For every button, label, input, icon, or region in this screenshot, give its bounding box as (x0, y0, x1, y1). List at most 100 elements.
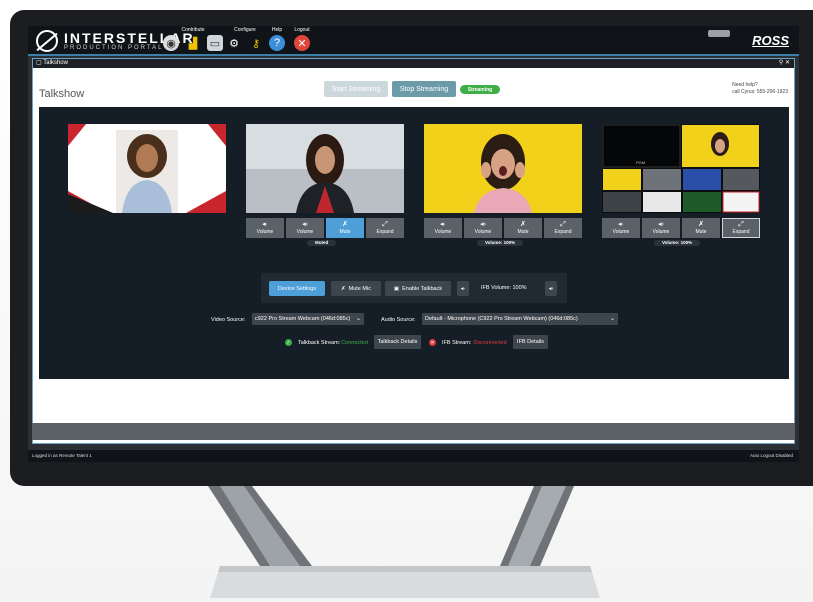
mute-label: Mute (339, 229, 351, 235)
guest-2-video-feed (424, 124, 582, 213)
device-toolbar: Device Settings ✗ Mute Mic ▣ Enable Talkba… (261, 273, 567, 303)
mic-off-icon: ✗ (520, 221, 526, 228)
streaming-status-badge: Streaming (460, 85, 500, 94)
window-titlebar: ▢ Talkshow ⚲ ✕ (33, 59, 794, 68)
multiviewer-controls: ◂· Volume ◂› Volume ✗ Mute ⤢ Expand (602, 218, 760, 238)
volume-up-button[interactable]: ◂› Volume (286, 218, 324, 238)
expand-button[interactable]: ⤢ Expand (722, 218, 760, 238)
nav-help-label: Help (271, 27, 283, 33)
mic-off-icon: ✗ (698, 221, 704, 228)
multiviewer-status: Volume: 100% (654, 240, 701, 246)
key-icon[interactable]: ⚷ (248, 35, 264, 51)
ifb-stream-label: IFB Stream: (442, 339, 472, 346)
nav-help: Help ? (269, 27, 285, 51)
ifb-volume-readout: IFB Volume: 100% (481, 285, 527, 291)
mute-button[interactable]: ✗ Mute (682, 218, 720, 238)
monitor-stand (208, 486, 600, 598)
auto-logout-status: Auto Logout Disabled (749, 453, 793, 458)
stop-streaming-button[interactable]: Stop Streaming (392, 81, 456, 97)
help-line-2: call Cyrus: 555-206-1923 (732, 89, 788, 95)
audio-source-select[interactable]: Default - Microphone (C922 Pro Stream We… (422, 313, 618, 325)
volume-down-button[interactable]: ◂· Volume (602, 218, 640, 238)
volume-up-label: Volume (296, 229, 314, 235)
volume-down-button[interactable]: ◂· Volume (424, 218, 462, 238)
mute-mic-label: Mute Mic (348, 285, 371, 292)
interstellar-logo-icon (36, 30, 58, 52)
window-controls[interactable] (708, 30, 730, 37)
mic-off-icon: ✗ (342, 221, 348, 228)
volume-up-button[interactable]: ◂› Volume (642, 218, 680, 238)
volume-down-icon: ◂· (440, 221, 446, 228)
logged-in-status: Logged in as Remote Talent 1 (32, 453, 92, 458)
enable-talkback-label: Enable Talkback (402, 285, 443, 292)
video-source-value: c922 Pro Stream Webcam (046d:085c) (255, 316, 351, 322)
volume-down-label: Volume (612, 229, 630, 235)
ifb-stream-state: Disconnected (473, 339, 507, 346)
talkshow-window: ▢ Talkshow ⚲ ✕ Talkshow Start Streaming … (32, 58, 795, 444)
nav-configure: Configure ⚙ ⚷ (226, 27, 264, 51)
chevron-down-icon: ⌄ (609, 316, 615, 322)
guest-1-status: Muted (307, 240, 337, 246)
audio-source-value: Default - Microphone (C922 Pro Stream We… (425, 316, 578, 322)
volume-down-icon: ◂· (618, 221, 624, 228)
volume-down-label: Volume (434, 229, 452, 235)
talkback-stream-state: Connected (341, 339, 368, 346)
video-source-label: Video Source: (211, 317, 246, 323)
volume-up-icon: ◂› (302, 221, 308, 228)
guest-2-controls: ◂· Volume ◂› Volume ✗ Mute ⤢ Expand (424, 218, 582, 238)
talkback-details-button[interactable]: Talkback Details (374, 335, 421, 349)
signal-bars-icon[interactable]: ▟ (185, 35, 201, 51)
ifb-details-button[interactable]: IFB Details (513, 335, 548, 349)
video-tile-guest-2[interactable] (424, 124, 582, 213)
expand-label: Expand (732, 229, 750, 235)
logout-icon[interactable]: ✕ (294, 35, 310, 51)
screen: INTERSTELLAR PRODUCTION PORTAL Contribut… (28, 26, 799, 462)
talkback-icon: ▣ (393, 285, 400, 292)
enable-talkback-button[interactable]: ▣ Enable Talkback (385, 281, 451, 296)
help-line-1: Need help? (732, 82, 758, 88)
audio-source-label: Audio Source: (381, 317, 416, 323)
gear-icon[interactable]: ⚙ (226, 35, 242, 51)
video-tile-host[interactable] (68, 124, 226, 213)
video-source-select[interactable]: c922 Pro Stream Webcam (046d:085c) ⌄ (252, 313, 364, 325)
mute-button[interactable]: ✗ Mute (504, 218, 542, 238)
talkshow-panel: ◂· Volume ◂› Volume ✗ Mute ⤢ Expand Muted (39, 107, 789, 379)
nav-logout: Logout ✕ (294, 27, 310, 51)
help-contact: Need help? call Cyrus: 555-206-1923 (732, 82, 788, 96)
expand-button[interactable]: ⤢ Expand (366, 218, 404, 238)
app-topbar: INTERSTELLAR PRODUCTION PORTAL Contribut… (28, 26, 799, 56)
ifb-volume-up-button[interactable]: ◂› (545, 281, 557, 296)
guest-2-status: Volume: 100% (477, 240, 524, 246)
talkback-stream-label: Talkback Stream: (298, 339, 341, 346)
volume-up-icon: ◂› (480, 221, 486, 228)
multiviewer-feed (602, 124, 760, 213)
window-footer-area (32, 423, 795, 440)
device-settings-button[interactable]: Device Settings (269, 281, 325, 296)
ifb-volume-down-button[interactable]: ◂· (457, 281, 469, 296)
volume-down-button[interactable]: ◂· Volume (246, 218, 284, 238)
volume-up-label: Volume (652, 229, 670, 235)
webcam-icon[interactable]: ◉ (163, 35, 179, 51)
mute-mic-button[interactable]: ✗ Mute Mic (331, 281, 381, 296)
expand-button[interactable]: ⤢ Expand (544, 218, 582, 238)
expand-icon: ⤢ (738, 221, 744, 228)
host-video-feed (68, 124, 226, 213)
chevron-down-icon: ⌄ (355, 316, 361, 322)
volume-up-label: Volume (474, 229, 492, 235)
monitor-icon[interactable]: ▭ (207, 35, 223, 51)
status-bar: Logged in as Remote Talent 1 Auto Logout… (28, 450, 799, 462)
start-streaming-button[interactable]: Start Streaming (324, 81, 388, 97)
help-icon[interactable]: ? (269, 35, 285, 51)
expand-icon: ⤢ (382, 221, 388, 228)
window-close-icon[interactable]: ⚲ ✕ (779, 59, 790, 68)
ifb-stream-status: ✕ IFB Stream: Disconnected (429, 339, 507, 346)
guest-1-video-feed (246, 124, 404, 213)
talkback-stream-status: ✓ Talkback Stream: Connected (285, 339, 368, 346)
volume-up-button[interactable]: ◂› Volume (464, 218, 502, 238)
pgm-label: PGM (636, 160, 646, 165)
video-tile-guest-1[interactable] (246, 124, 404, 213)
monitor-scene: INTERSTELLAR PRODUCTION PORTAL Contribut… (0, 0, 813, 602)
expand-label: Expand (376, 229, 394, 235)
video-tile-multiviewer[interactable]: PGM (602, 124, 760, 213)
mute-button[interactable]: ✗ Mute (326, 218, 364, 238)
